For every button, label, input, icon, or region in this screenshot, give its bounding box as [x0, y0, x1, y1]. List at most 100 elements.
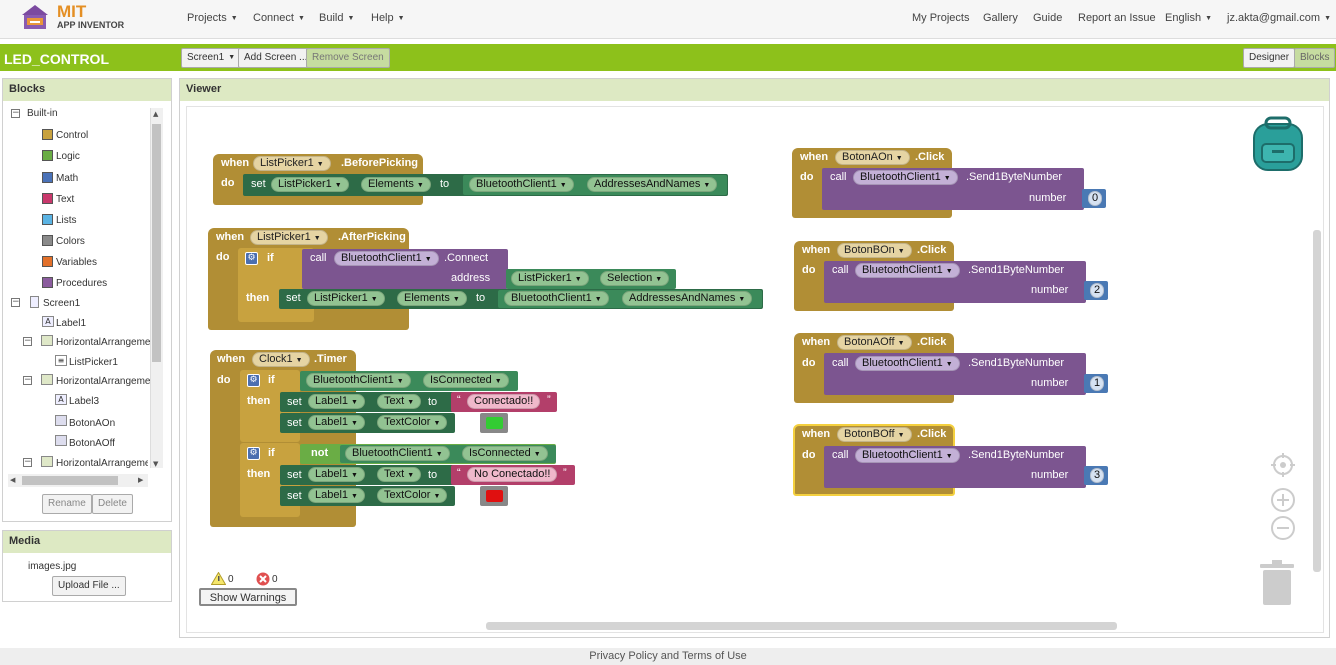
component-dropdown[interactable]: BluetoothClient1 ▼: [345, 446, 450, 461]
link-guide[interactable]: Guide: [1033, 12, 1062, 24]
blocks-button[interactable]: Blocks: [1294, 48, 1336, 68]
number-value[interactable]: 3: [1090, 468, 1105, 483]
tree-screen1[interactable]: Screen1: [43, 298, 80, 309]
component-dropdown[interactable]: Label1 ▼: [308, 394, 365, 409]
tree-control[interactable]: Control: [56, 130, 88, 141]
number-value[interactable]: 2: [1090, 283, 1105, 298]
tree-variables[interactable]: Variables: [56, 257, 97, 268]
tree-horizontal-arrangement-3[interactable]: HorizontalArrangeme: [56, 458, 148, 469]
button-dropdown[interactable]: BotonAOff ▼: [837, 335, 912, 350]
property-dropdown[interactable]: AddressesAndNames ▼: [587, 177, 718, 192]
backpack-icon[interactable]: [1250, 116, 1306, 174]
show-warnings-button[interactable]: Show Warnings: [199, 588, 297, 606]
tree-horizontal-scroll-thumb[interactable]: [22, 476, 118, 485]
property-dropdown[interactable]: Text ▼: [377, 394, 422, 409]
menu-build[interactable]: Build ▼: [319, 12, 354, 24]
component-dropdown[interactable]: BluetoothClient1 ▼: [855, 356, 960, 371]
button-dropdown[interactable]: BotonBOff ▼: [837, 427, 912, 442]
button-dropdown[interactable]: BotonAOn ▼: [835, 150, 910, 165]
component-dropdown[interactable]: ListPicker1 ▼: [307, 291, 385, 306]
upload-file-button[interactable]: Upload File ...: [52, 576, 126, 596]
zoom-in-icon[interactable]: [1270, 487, 1296, 513]
collapse-toggle-icon[interactable]: −: [23, 337, 32, 346]
scroll-up-icon[interactable]: ▲: [153, 110, 158, 118]
scroll-right-icon[interactable]: ▶: [138, 476, 143, 484]
trash-icon[interactable]: [1258, 560, 1296, 606]
gear-icon[interactable]: ⚙: [245, 252, 258, 265]
property-dropdown[interactable]: TextColor ▼: [377, 415, 448, 430]
collapse-toggle-icon[interactable]: −: [23, 376, 32, 385]
remove-screen-button[interactable]: Remove Screen: [306, 48, 390, 68]
rename-button[interactable]: Rename: [42, 494, 92, 514]
color-swatch-red[interactable]: [486, 490, 503, 502]
color-swatch-green[interactable]: [486, 417, 503, 429]
component-dropdown[interactable]: BluetoothClient1 ▼: [855, 448, 960, 463]
property-dropdown[interactable]: Text ▼: [377, 467, 422, 482]
zoom-out-icon[interactable]: [1270, 515, 1296, 541]
component-dropdown[interactable]: ListPicker1 ▼: [511, 271, 589, 286]
media-file[interactable]: images.jpg: [28, 561, 76, 572]
component-dropdown[interactable]: BluetoothClient1 ▼: [853, 170, 958, 185]
account-menu[interactable]: jz.akta@gmail.com ▼: [1227, 12, 1331, 24]
collapse-toggle-icon[interactable]: −: [11, 298, 20, 307]
scroll-left-icon[interactable]: ◀: [10, 476, 15, 484]
collapse-toggle-icon[interactable]: −: [23, 458, 32, 467]
tree-horizontal-arrangement-2[interactable]: HorizontalArrangeme: [56, 376, 151, 387]
component-dropdown[interactable]: Label1 ▼: [308, 467, 365, 482]
center-workspace-icon[interactable]: [1270, 452, 1296, 478]
tree-procedures[interactable]: Procedures: [56, 278, 107, 289]
component-dropdown[interactable]: BluetoothClient1 ▼: [855, 263, 960, 278]
clock1-dropdown[interactable]: Clock1 ▼: [252, 352, 310, 367]
tree-logic[interactable]: Logic: [56, 151, 80, 162]
workspace-horizontal-scrollbar[interactable]: [486, 622, 1117, 630]
tree-horizontal-arrangement-1[interactable]: HorizontalArrangeme: [56, 337, 151, 348]
property-dropdown[interactable]: AddressesAndNames ▼: [622, 291, 753, 306]
scroll-down-icon[interactable]: ▼: [153, 460, 158, 468]
tree-text[interactable]: Text: [56, 194, 74, 205]
component-dropdown[interactable]: BluetoothClient1 ▼: [504, 291, 609, 306]
tree-vertical-scroll-thumb[interactable]: [152, 124, 161, 362]
property-dropdown[interactable]: Selection ▼: [600, 271, 670, 286]
tree-botonaon[interactable]: BotonAOn: [69, 418, 115, 429]
component-dropdown[interactable]: ListPicker1 ▼: [271, 177, 349, 192]
component-dropdown[interactable]: Label1 ▼: [308, 488, 365, 503]
component-dropdown[interactable]: BluetoothClient1 ▼: [469, 177, 574, 192]
component-dropdown[interactable]: BluetoothClient1 ▼: [306, 373, 411, 388]
app-inventor-logo-icon[interactable]: [18, 3, 52, 33]
link-my-projects[interactable]: My Projects: [912, 12, 969, 24]
tree-math[interactable]: Math: [56, 173, 78, 184]
number-value[interactable]: 1: [1090, 376, 1105, 391]
tree-label1[interactable]: Label1: [56, 318, 86, 329]
number-value[interactable]: 0: [1088, 191, 1103, 206]
add-screen-button[interactable]: Add Screen ...: [238, 48, 314, 68]
menu-projects[interactable]: Projects ▼: [187, 12, 238, 24]
listpicker1-dropdown[interactable]: ListPicker1 ▼: [253, 156, 331, 171]
menu-connect[interactable]: Connect ▼: [253, 12, 305, 24]
screen-select[interactable]: Screen1 ▼: [181, 48, 242, 68]
string-value[interactable]: No Conectado!!: [467, 467, 558, 482]
property-dropdown[interactable]: IsConnected ▼: [462, 446, 548, 461]
designer-button[interactable]: Designer: [1243, 48, 1296, 68]
language-select[interactable]: English ▼: [1165, 12, 1212, 24]
property-dropdown[interactable]: Elements ▼: [361, 177, 431, 192]
listpicker1-dropdown[interactable]: ListPicker1 ▼: [250, 230, 328, 245]
property-dropdown[interactable]: Elements ▼: [397, 291, 467, 306]
menu-help[interactable]: Help ▼: [371, 12, 405, 24]
workspace-vertical-scrollbar[interactable]: [1313, 230, 1321, 572]
tree-builtin[interactable]: Built-in: [27, 108, 58, 119]
tree-label3[interactable]: Label3: [69, 396, 99, 407]
link-gallery[interactable]: Gallery: [983, 12, 1018, 24]
property-dropdown[interactable]: IsConnected ▼: [423, 373, 509, 388]
component-dropdown[interactable]: BluetoothClient1 ▼: [334, 251, 439, 266]
tree-lists[interactable]: Lists: [56, 215, 77, 226]
link-report-issue[interactable]: Report an Issue: [1078, 12, 1156, 24]
tree-colors[interactable]: Colors: [56, 236, 85, 247]
tree-listpicker1[interactable]: ListPicker1: [69, 357, 118, 368]
privacy-terms-link[interactable]: Privacy Policy and Terms of Use: [589, 650, 747, 662]
gear-icon[interactable]: ⚙: [247, 374, 260, 387]
string-value[interactable]: Conectado!!: [467, 394, 541, 409]
collapse-toggle-icon[interactable]: −: [11, 109, 20, 118]
component-dropdown[interactable]: Label1 ▼: [308, 415, 365, 430]
gear-icon[interactable]: ⚙: [247, 447, 260, 460]
tree-botonaoff[interactable]: BotonAOff: [69, 438, 115, 449]
